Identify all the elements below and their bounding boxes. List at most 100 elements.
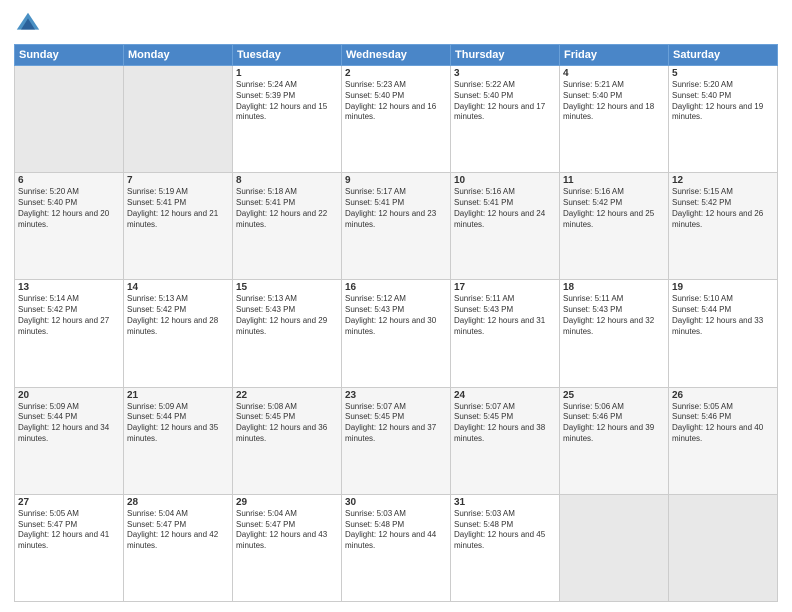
day-number: 3 [454,68,556,79]
day-number: 28 [127,497,229,508]
calendar-cell [124,66,233,173]
calendar-cell: 19Sunrise: 5:10 AMSunset: 5:44 PMDayligh… [669,280,778,387]
day-number: 24 [454,390,556,401]
day-number: 16 [345,282,447,293]
week-row-4: 20Sunrise: 5:09 AMSunset: 5:44 PMDayligh… [15,387,778,494]
day-info: Sunrise: 5:13 AMSunset: 5:42 PMDaylight:… [127,294,229,337]
day-info: Sunrise: 5:16 AMSunset: 5:42 PMDaylight:… [563,187,665,230]
day-info: Sunrise: 5:21 AMSunset: 5:40 PMDaylight:… [563,80,665,123]
weekday-header-saturday: Saturday [669,45,778,66]
day-info: Sunrise: 5:04 AMSunset: 5:47 PMDaylight:… [236,509,338,552]
day-number: 10 [454,175,556,186]
day-number: 8 [236,175,338,186]
calendar-cell: 5Sunrise: 5:20 AMSunset: 5:40 PMDaylight… [669,66,778,173]
day-number: 14 [127,282,229,293]
day-info: Sunrise: 5:08 AMSunset: 5:45 PMDaylight:… [236,402,338,445]
week-row-2: 6Sunrise: 5:20 AMSunset: 5:40 PMDaylight… [15,173,778,280]
day-info: Sunrise: 5:17 AMSunset: 5:41 PMDaylight:… [345,187,447,230]
day-number: 11 [563,175,665,186]
day-number: 27 [18,497,120,508]
day-info: Sunrise: 5:19 AMSunset: 5:41 PMDaylight:… [127,187,229,230]
calendar-cell: 23Sunrise: 5:07 AMSunset: 5:45 PMDayligh… [342,387,451,494]
day-number: 29 [236,497,338,508]
day-info: Sunrise: 5:20 AMSunset: 5:40 PMDaylight:… [672,80,774,123]
day-number: 18 [563,282,665,293]
weekday-header-thursday: Thursday [451,45,560,66]
day-info: Sunrise: 5:18 AMSunset: 5:41 PMDaylight:… [236,187,338,230]
calendar-cell: 17Sunrise: 5:11 AMSunset: 5:43 PMDayligh… [451,280,560,387]
calendar-cell: 8Sunrise: 5:18 AMSunset: 5:41 PMDaylight… [233,173,342,280]
day-info: Sunrise: 5:07 AMSunset: 5:45 PMDaylight:… [345,402,447,445]
day-info: Sunrise: 5:07 AMSunset: 5:45 PMDaylight:… [454,402,556,445]
day-number: 26 [672,390,774,401]
day-number: 6 [18,175,120,186]
calendar-cell: 4Sunrise: 5:21 AMSunset: 5:40 PMDaylight… [560,66,669,173]
day-info: Sunrise: 5:10 AMSunset: 5:44 PMDaylight:… [672,294,774,337]
calendar-cell: 25Sunrise: 5:06 AMSunset: 5:46 PMDayligh… [560,387,669,494]
calendar-cell: 22Sunrise: 5:08 AMSunset: 5:45 PMDayligh… [233,387,342,494]
calendar-cell: 28Sunrise: 5:04 AMSunset: 5:47 PMDayligh… [124,494,233,601]
calendar-cell: 9Sunrise: 5:17 AMSunset: 5:41 PMDaylight… [342,173,451,280]
day-number: 20 [18,390,120,401]
calendar-cell: 29Sunrise: 5:04 AMSunset: 5:47 PMDayligh… [233,494,342,601]
day-info: Sunrise: 5:12 AMSunset: 5:43 PMDaylight:… [345,294,447,337]
calendar-cell: 13Sunrise: 5:14 AMSunset: 5:42 PMDayligh… [15,280,124,387]
day-number: 30 [345,497,447,508]
calendar-cell: 18Sunrise: 5:11 AMSunset: 5:43 PMDayligh… [560,280,669,387]
day-info: Sunrise: 5:06 AMSunset: 5:46 PMDaylight:… [563,402,665,445]
calendar-cell: 16Sunrise: 5:12 AMSunset: 5:43 PMDayligh… [342,280,451,387]
day-number: 23 [345,390,447,401]
calendar-cell: 12Sunrise: 5:15 AMSunset: 5:42 PMDayligh… [669,173,778,280]
day-number: 4 [563,68,665,79]
day-info: Sunrise: 5:09 AMSunset: 5:44 PMDaylight:… [18,402,120,445]
weekday-header-row: SundayMondayTuesdayWednesdayThursdayFrid… [15,45,778,66]
calendar-cell [560,494,669,601]
day-number: 12 [672,175,774,186]
calendar: SundayMondayTuesdayWednesdayThursdayFrid… [14,44,778,602]
day-info: Sunrise: 5:23 AMSunset: 5:40 PMDaylight:… [345,80,447,123]
day-info: Sunrise: 5:09 AMSunset: 5:44 PMDaylight:… [127,402,229,445]
weekday-header-friday: Friday [560,45,669,66]
logo-icon [14,10,42,38]
calendar-cell: 14Sunrise: 5:13 AMSunset: 5:42 PMDayligh… [124,280,233,387]
calendar-cell: 24Sunrise: 5:07 AMSunset: 5:45 PMDayligh… [451,387,560,494]
week-row-5: 27Sunrise: 5:05 AMSunset: 5:47 PMDayligh… [15,494,778,601]
day-number: 13 [18,282,120,293]
day-number: 1 [236,68,338,79]
day-number: 15 [236,282,338,293]
calendar-cell: 3Sunrise: 5:22 AMSunset: 5:40 PMDaylight… [451,66,560,173]
day-info: Sunrise: 5:05 AMSunset: 5:46 PMDaylight:… [672,402,774,445]
calendar-cell: 31Sunrise: 5:03 AMSunset: 5:48 PMDayligh… [451,494,560,601]
day-info: Sunrise: 5:11 AMSunset: 5:43 PMDaylight:… [563,294,665,337]
calendar-cell: 27Sunrise: 5:05 AMSunset: 5:47 PMDayligh… [15,494,124,601]
day-info: Sunrise: 5:22 AMSunset: 5:40 PMDaylight:… [454,80,556,123]
calendar-cell: 10Sunrise: 5:16 AMSunset: 5:41 PMDayligh… [451,173,560,280]
page: SundayMondayTuesdayWednesdayThursdayFrid… [0,0,792,612]
week-row-1: 1Sunrise: 5:24 AMSunset: 5:39 PMDaylight… [15,66,778,173]
day-number: 31 [454,497,556,508]
calendar-cell: 2Sunrise: 5:23 AMSunset: 5:40 PMDaylight… [342,66,451,173]
day-info: Sunrise: 5:11 AMSunset: 5:43 PMDaylight:… [454,294,556,337]
day-info: Sunrise: 5:03 AMSunset: 5:48 PMDaylight:… [345,509,447,552]
day-info: Sunrise: 5:20 AMSunset: 5:40 PMDaylight:… [18,187,120,230]
day-number: 19 [672,282,774,293]
calendar-cell: 20Sunrise: 5:09 AMSunset: 5:44 PMDayligh… [15,387,124,494]
day-info: Sunrise: 5:05 AMSunset: 5:47 PMDaylight:… [18,509,120,552]
day-number: 22 [236,390,338,401]
calendar-cell: 1Sunrise: 5:24 AMSunset: 5:39 PMDaylight… [233,66,342,173]
calendar-cell: 7Sunrise: 5:19 AMSunset: 5:41 PMDaylight… [124,173,233,280]
day-info: Sunrise: 5:14 AMSunset: 5:42 PMDaylight:… [18,294,120,337]
calendar-cell: 30Sunrise: 5:03 AMSunset: 5:48 PMDayligh… [342,494,451,601]
weekday-header-sunday: Sunday [15,45,124,66]
weekday-header-tuesday: Tuesday [233,45,342,66]
logo [14,10,46,38]
day-number: 5 [672,68,774,79]
weekday-header-monday: Monday [124,45,233,66]
day-info: Sunrise: 5:04 AMSunset: 5:47 PMDaylight:… [127,509,229,552]
calendar-cell: 26Sunrise: 5:05 AMSunset: 5:46 PMDayligh… [669,387,778,494]
calendar-cell [669,494,778,601]
day-number: 25 [563,390,665,401]
weekday-header-wednesday: Wednesday [342,45,451,66]
week-row-3: 13Sunrise: 5:14 AMSunset: 5:42 PMDayligh… [15,280,778,387]
day-info: Sunrise: 5:13 AMSunset: 5:43 PMDaylight:… [236,294,338,337]
